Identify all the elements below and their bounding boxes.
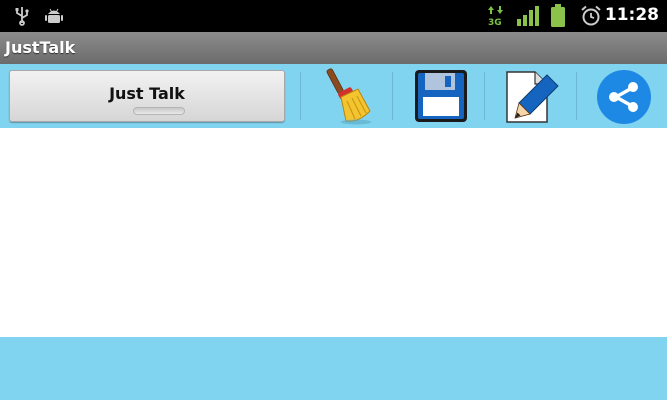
divider [392,72,393,120]
signal-icon [516,5,540,31]
title-bar: JustTalk [0,32,667,64]
bottom-panel [0,337,667,400]
edit-icon[interactable] [503,67,561,125]
text-input-area[interactable] [0,128,667,337]
share-icon[interactable] [595,67,653,125]
toolbar: Just Talk [0,64,667,128]
usb-icon [12,6,32,30]
status-bar: 3G 11:28 [0,0,667,32]
divider [576,72,577,120]
just-talk-button[interactable]: Just Talk [9,70,285,122]
network-type-label: 3G [488,18,502,28]
toggle-indicator [133,107,185,115]
alarm-icon [580,5,602,31]
battery-icon [550,4,566,32]
divider [300,72,301,120]
clock: 11:28 [604,5,659,25]
android-debug-icon [44,6,64,30]
divider [484,72,485,120]
broom-icon[interactable] [318,67,376,125]
just-talk-button-label: Just Talk [109,84,185,103]
app-title: JustTalk [5,38,76,57]
save-icon[interactable] [411,67,469,125]
